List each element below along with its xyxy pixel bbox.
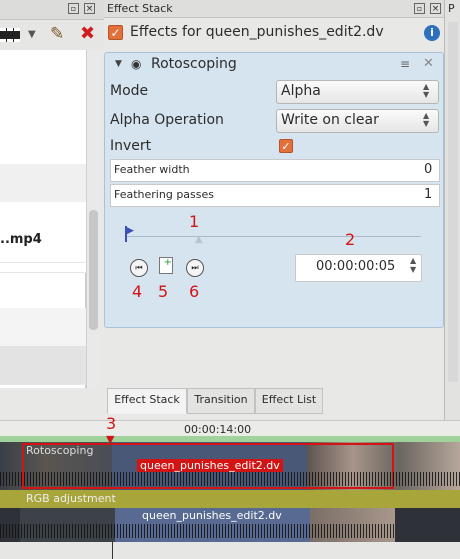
left-panel-titlebar: ▫ × (0, 0, 104, 20)
audio-waveform (0, 472, 460, 486)
close-icon[interactable]: × (430, 3, 441, 14)
list-item-file[interactable]: ..mp4 (0, 222, 86, 263)
feathering-passes-value: 1 (424, 187, 433, 202)
playhead-line (112, 542, 113, 559)
alpha-operation-value: Write on clear (281, 112, 379, 128)
info-icon[interactable]: i (424, 25, 440, 41)
left-scrollbar[interactable] (86, 50, 100, 388)
file-name-label: ..mp4 (0, 232, 42, 247)
clip-filmstrip-icon[interactable] (0, 28, 20, 42)
collapse-arrow-icon[interactable]: ▼ (115, 59, 122, 69)
scrollbar-thumb[interactable] (89, 210, 98, 330)
list-item[interactable] (0, 164, 86, 203)
tab-transition-label: Transition (194, 393, 248, 406)
annotation-6: 6 (189, 282, 200, 301)
effect-menu-icon[interactable]: ≡ (400, 57, 410, 71)
track1-clip-name: queen_punishes_edit2.dv (137, 459, 283, 472)
panel-title: Effect Stack (107, 2, 173, 15)
annotation-1: 1 (189, 212, 200, 231)
panel-title-fragment: P (448, 2, 455, 15)
dropdown-arrow-icon[interactable]: ▼ (28, 29, 36, 40)
feathering-passes-field[interactable]: Feathering passes 1 (110, 184, 440, 207)
tab-effect-stack[interactable]: Effect Stack (107, 388, 187, 414)
close-icon[interactable]: × (84, 3, 95, 14)
list-item-selected[interactable] (0, 346, 86, 385)
feather-width-label: Feather width (114, 163, 190, 176)
annotation-2: 2 (345, 230, 356, 249)
project-clip-list: ..mp4 (0, 50, 86, 388)
alpha-operation-select[interactable]: Write on clear ▲ ▼ (276, 109, 439, 133)
float-icon[interactable]: ▫ (68, 3, 79, 14)
right-scrollbar[interactable] (448, 22, 458, 382)
effect-name: Rotoscoping (151, 56, 237, 72)
feather-width-field[interactable]: Feather width 0 (110, 159, 440, 182)
effect-stack-titlebar: Effect Stack ▫ × (104, 0, 444, 18)
track2-effect-name: RGB adjustment (26, 492, 116, 505)
mode-label: Mode (110, 83, 149, 99)
effect-stack-header: ✓ Effects for queen_punishes_edit2.dv i (104, 20, 444, 46)
tab-transition[interactable]: Transition (187, 388, 255, 414)
track1-effect-name: Rotoscoping (26, 444, 94, 457)
alpha-operation-label: Alpha Operation (110, 112, 224, 128)
video-track-2: RGB adjustment queen_punishes_edit2.dv (0, 490, 460, 542)
keyframe-start-icon: ▶ (127, 226, 134, 236)
timeline-ruler[interactable]: 00:00:14:00 3 ▼ (0, 414, 460, 446)
tab-effect-stack-label: Effect Stack (114, 393, 180, 406)
float-icon[interactable]: ▫ (414, 3, 425, 14)
edit-pencil-icon[interactable]: ✎ (50, 24, 64, 44)
next-keyframe-button[interactable]: ⏭ (186, 259, 204, 277)
updown-icon: ▲ ▼ (423, 82, 430, 99)
delete-icon[interactable]: ✖ (80, 23, 95, 44)
previous-keyframe-button[interactable]: ⏮ (130, 259, 148, 277)
enable-effects-checkbox[interactable]: ✓ (108, 25, 123, 40)
list-item[interactable] (0, 50, 86, 89)
tab-effect-list-label: Effect List (261, 393, 317, 406)
list-item[interactable] (0, 308, 86, 347)
keyframe-timeline[interactable] (127, 236, 421, 237)
playhead-position-icon[interactable]: ▲ (195, 234, 203, 245)
add-keyframe-button[interactable]: + (159, 257, 173, 274)
updown-icon: ▲ ▼ (423, 111, 430, 128)
invert-checkbox[interactable]: ✓ (279, 139, 293, 153)
feathering-passes-label: Feathering passes (114, 188, 214, 201)
invert-label: Invert (110, 138, 152, 154)
list-item[interactable] (0, 126, 86, 165)
right-adjacent-panel: P (444, 0, 460, 420)
tab-effect-list[interactable]: Effect List (255, 388, 323, 414)
feather-width-value: 0 (424, 162, 433, 177)
mode-value: Alpha (281, 83, 321, 99)
annotation-4: 4 (132, 282, 143, 301)
left-panel-toolbar: ▼ ✎ ✖ (0, 20, 104, 50)
effect-eye-icon[interactable]: ◉ (131, 57, 141, 71)
annotation-3: 3 (106, 414, 117, 433)
effect-close-icon[interactable]: ✕ (423, 56, 434, 71)
timecode-stepper-icon[interactable]: ▲ ▼ (410, 256, 416, 274)
timecode-field[interactable]: 00:00:00:05 (295, 254, 422, 282)
mode-select[interactable]: Alpha ▲ ▼ (276, 80, 439, 104)
video-track-1: Rotoscoping queen_punishes_edit2.dv (0, 442, 460, 490)
audio-waveform (0, 524, 395, 538)
timecode-value: 00:00:00:05 (316, 259, 396, 274)
ruler-time-label: 00:00:14:00 (184, 423, 252, 436)
effects-header-title: Effects for queen_punishes_edit2.dv (130, 24, 384, 40)
annotation-5: 5 (158, 282, 169, 301)
list-item[interactable] (0, 88, 86, 127)
track2-clip-name: queen_punishes_edit2.dv (142, 509, 282, 522)
timeline-bottom-bar (0, 542, 460, 559)
